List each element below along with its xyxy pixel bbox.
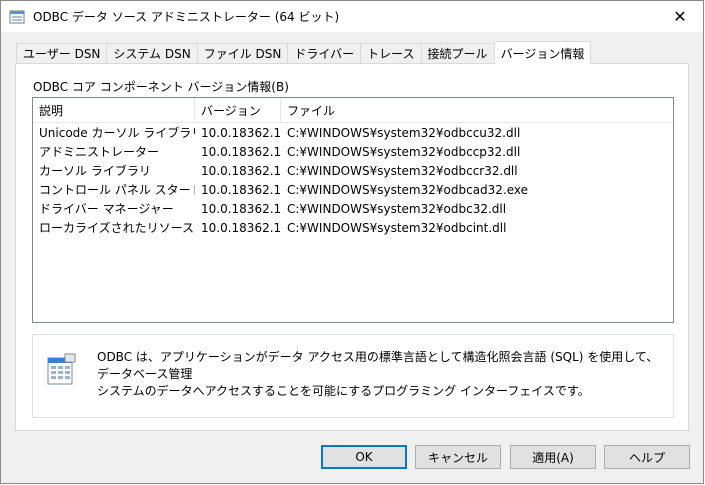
tab-file-dsn[interactable]: ファイル DSN xyxy=(196,43,289,63)
cell-version: 10.0.18362.1 xyxy=(201,144,281,159)
cell-description: コントロール パネル スタートアップ xyxy=(39,183,195,197)
tab-user-dsn[interactable]: ユーザー DSN xyxy=(16,43,108,63)
cell-description: カーソル ライブラリ xyxy=(39,164,151,178)
cell-file: C:¥WINDOWS¥system32¥odbc32.dll xyxy=(287,201,507,216)
database-info-icon xyxy=(45,352,77,388)
cell-description: ローカライズされたリソース DLL xyxy=(39,221,195,235)
list-header: 説明 バージョン ファイル xyxy=(33,98,673,123)
cell-file: C:¥WINDOWS¥system32¥odbccr32.dll xyxy=(287,163,518,178)
help-button[interactable]: ヘルプ xyxy=(604,445,690,469)
odbc-description: ODBC は、アプリケーションがデータ アクセス用の標準言語として構造化照会言語… xyxy=(97,349,667,400)
odbc-app-icon xyxy=(9,9,25,25)
cell-file: C:¥WINDOWS¥system32¥odbccp32.dll xyxy=(287,144,521,159)
cell-file: C:¥WINDOWS¥system32¥odbccu32.dll xyxy=(287,125,521,140)
list-item[interactable]: ドライバー マネージャー 10.0.18362.1 C:¥WINDOWS¥sys… xyxy=(33,199,673,218)
column-header-file[interactable]: ファイル xyxy=(281,98,673,122)
cell-description: アドミニストレーター xyxy=(39,145,160,159)
cell-description: Unicode カーソル ライブラリ xyxy=(39,126,195,140)
window-title: ODBC データ ソース アドミニストレーター (64 ビット) xyxy=(33,10,340,24)
odbc-administrator-dialog: ODBC データ ソース アドミニストレーター (64 ビット) ✕ ユーザー … xyxy=(0,0,704,484)
cell-file: C:¥WINDOWS¥system32¥odbcint.dll xyxy=(287,220,507,235)
tab-system-dsn[interactable]: システム DSN xyxy=(106,43,198,63)
cell-version: 10.0.18362.1 xyxy=(201,163,281,178)
list-item[interactable]: コントロール パネル スタートアップ 10.0.18362.1 C:¥WINDO… xyxy=(33,180,673,199)
odbc-description-line1: ODBC は、アプリケーションがデータ アクセス用の標準言語として構造化照会言語… xyxy=(97,350,659,381)
odbc-description-line2: システムのデータへアクセスすることを可能にするプログラミング インターフェイスで… xyxy=(97,384,590,398)
cell-version: 10.0.18362.1 xyxy=(201,220,281,235)
components-list[interactable]: 説明 バージョン ファイル Unicode カーソル ライブラリ 10.0.18… xyxy=(32,97,674,323)
tab-about[interactable]: バージョン情報 xyxy=(493,41,592,64)
cell-version: 10.0.18362.1 xyxy=(201,125,281,140)
cell-description: ドライバー マネージャー xyxy=(39,202,174,216)
ok-button[interactable]: OK xyxy=(321,445,407,469)
list-item[interactable]: アドミニストレーター 10.0.18362.1 C:¥WINDOWS¥syste… xyxy=(33,142,673,161)
core-components-label: ODBC コア コンポーネント バージョン情報(B) xyxy=(33,80,289,94)
cell-version: 10.0.18362.1 xyxy=(201,201,281,216)
column-header-description[interactable]: 説明 xyxy=(33,98,195,122)
tab-drivers[interactable]: ドライバー xyxy=(287,43,362,63)
close-button[interactable]: ✕ xyxy=(657,1,703,32)
close-icon: ✕ xyxy=(673,7,687,26)
list-item[interactable]: ローカライズされたリソース DLL 10.0.18362.1 C:¥WINDOW… xyxy=(33,218,673,237)
title-bar[interactable]: ODBC データ ソース アドミニストレーター (64 ビット) ✕ xyxy=(1,1,703,32)
cell-file: C:¥WINDOWS¥system32¥odbcad32.exe xyxy=(287,182,529,197)
cell-version: 10.0.18362.1 xyxy=(201,182,281,197)
column-header-version[interactable]: バージョン xyxy=(195,98,281,122)
odbc-info-box: ODBC は、アプリケーションがデータ アクセス用の標準言語として構造化照会言語… xyxy=(32,334,674,418)
list-item[interactable]: Unicode カーソル ライブラリ 10.0.18362.1 C:¥WINDO… xyxy=(33,123,673,142)
apply-button[interactable]: 適用(A) xyxy=(510,445,596,469)
cancel-button[interactable]: キャンセル xyxy=(415,445,501,469)
tab-connection-pooling[interactable]: 接続プール xyxy=(420,43,495,63)
tab-strip: ユーザー DSN システム DSN ファイル DSN ドライバー トレース 接続… xyxy=(16,41,592,64)
list-item[interactable]: カーソル ライブラリ 10.0.18362.1 C:¥WINDOWS¥syste… xyxy=(33,161,673,180)
tab-tracing[interactable]: トレース xyxy=(360,43,422,63)
